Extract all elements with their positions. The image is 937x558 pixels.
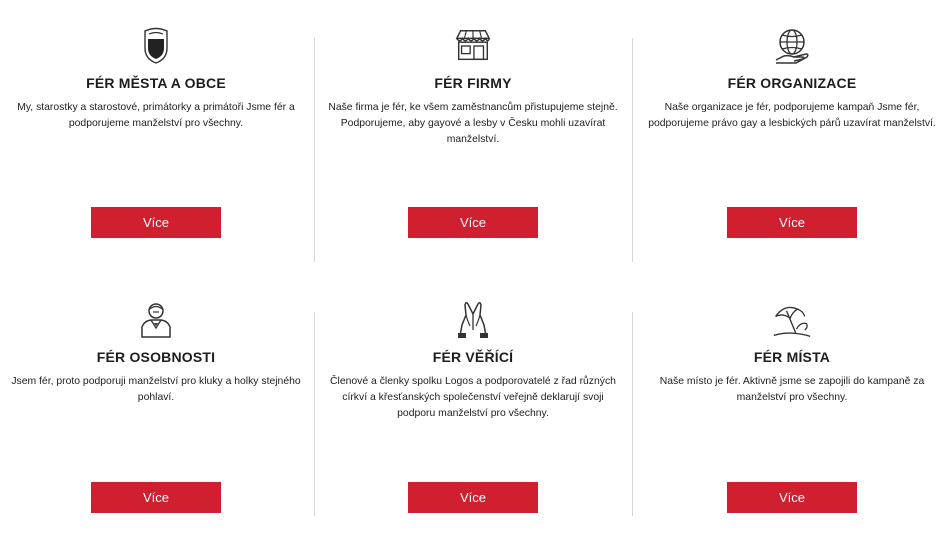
card-title: FÉR FIRMY bbox=[434, 75, 512, 91]
card-mesta-a-obce: FÉR MĚSTA A OBCE My, starostky a starost… bbox=[0, 26, 312, 284]
card-organizace: FÉR ORGANIZACE Naše organizace je fér, p… bbox=[636, 26, 937, 284]
card-description: Naše firma je fér, ke všem zaměstnancům … bbox=[328, 102, 618, 145]
card-osobnosti: FÉR OSOBNOSTI Jsem fér, proto podporuji … bbox=[0, 300, 312, 558]
card-description: Jsem fér, proto podporuji manželství pro… bbox=[11, 376, 301, 403]
vice-button[interactable]: Více bbox=[408, 482, 538, 513]
card-title: FÉR MĚSTA A OBCE bbox=[86, 75, 226, 91]
card-description: My, starostky a starostové, primátorky a… bbox=[17, 102, 295, 129]
card-title: FÉR MÍSTA bbox=[753, 349, 831, 365]
card-title: FÉR VĚŘÍCÍ bbox=[432, 349, 514, 365]
globe-hand-icon bbox=[772, 26, 812, 66]
vice-button[interactable]: Více bbox=[91, 207, 221, 238]
person-bust-icon bbox=[136, 300, 176, 340]
card-description: Naše místo je fér. Aktivně jsme se zapoj… bbox=[659, 376, 925, 403]
card-description: Naše organizace je fér, podporujeme kamp… bbox=[648, 102, 936, 129]
card-mista: FÉR MÍSTA Naše místo je fér. Aktivně jsm… bbox=[636, 300, 937, 558]
cards-grid: FÉR MĚSTA A OBCE My, starostky a starost… bbox=[0, 0, 937, 516]
card-description: Členové a členky spolku Logos a podporov… bbox=[330, 376, 616, 419]
vice-button[interactable]: Více bbox=[91, 482, 221, 513]
divider bbox=[314, 38, 315, 262]
vice-button[interactable]: Více bbox=[727, 207, 857, 238]
storefront-icon bbox=[453, 26, 493, 66]
divider bbox=[314, 312, 315, 516]
divider bbox=[632, 38, 633, 262]
vice-button[interactable]: Více bbox=[727, 482, 857, 513]
card-firmy: FÉR FIRMY Naše firma je fér, ke všem zam… bbox=[317, 26, 629, 284]
coat-of-arms-icon bbox=[136, 26, 176, 66]
card-title: FÉR OSOBNOSTI bbox=[96, 349, 216, 365]
card-title: FÉR ORGANIZACE bbox=[727, 75, 857, 91]
beach-umbrella-icon bbox=[772, 300, 812, 340]
card-verici: FÉR VĚŘÍCÍ Členové a členky spolku Logos… bbox=[317, 300, 629, 558]
vice-button[interactable]: Více bbox=[408, 207, 538, 238]
praying-hands-icon bbox=[453, 300, 493, 340]
divider bbox=[632, 312, 633, 516]
